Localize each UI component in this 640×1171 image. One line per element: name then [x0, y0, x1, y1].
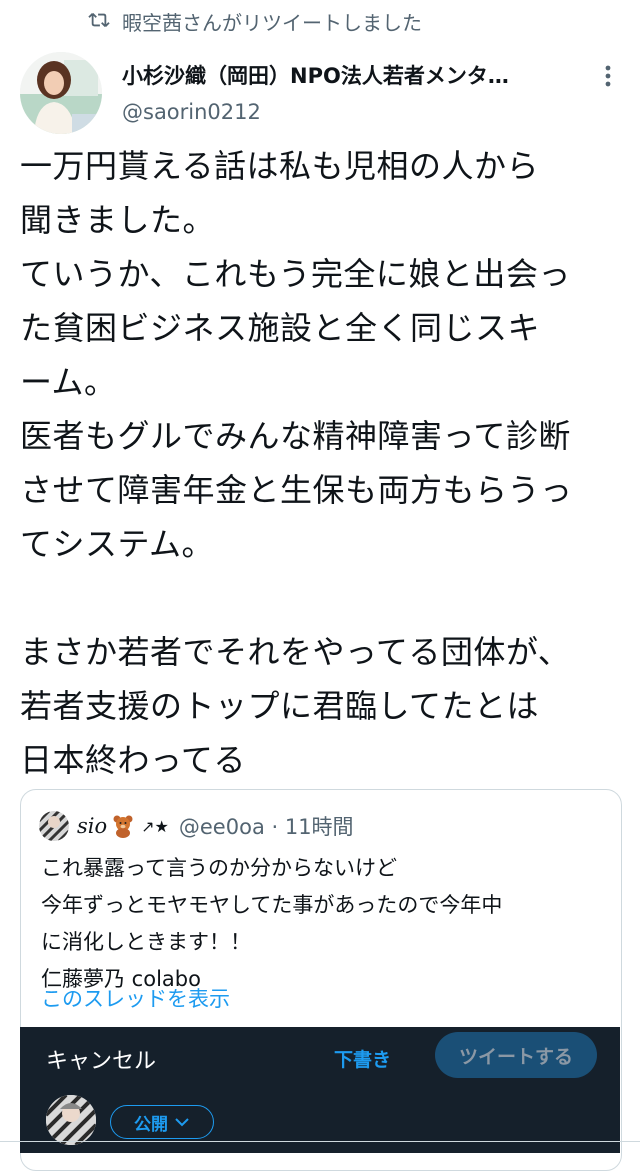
tweet-button[interactable]: ツイートする [435, 1032, 597, 1078]
author-avatar[interactable] [20, 52, 102, 134]
reply-composer: キャンセル 下書き ツイートする 公開 [20, 1027, 620, 1153]
audience-selector[interactable]: 公開 [110, 1105, 214, 1139]
show-thread-link[interactable]: このスレッドを表示 [41, 983, 230, 1013]
divider [0, 1141, 640, 1142]
quoted-author-avatar [39, 811, 69, 841]
author-avatar-image [20, 52, 102, 134]
more-options-icon[interactable] [598, 62, 618, 90]
tweet-text: 一万円貰える話は私も児相の人から 聞きました。 ていうか、これもう完全に娘と出会… [20, 147, 573, 779]
teddy-bear-icon [113, 815, 133, 838]
drafts-button[interactable]: 下書き [334, 1045, 391, 1072]
retweet-context: 暇空茜さんがリツイートしました [0, 0, 640, 44]
sparkle-emoji: ↗★ [141, 816, 169, 836]
composer-avatar [46, 1095, 96, 1145]
quoted-author-name: sio [77, 814, 108, 838]
quoted-tweet-text: これ暴露って言うのか分からないけど 今年ずっとモヤモヤしてた事があったので今年中… [41, 856, 503, 991]
audience-label: 公開 [134, 1114, 168, 1135]
retweet-icon [88, 12, 110, 28]
quoted-tweet-header: sio ↗★ @ee0oa · 11時間 [39, 810, 354, 842]
author-name[interactable]: 小杉沙織（岡田）NPO法人若者メンタ… [122, 60, 577, 90]
author-handle[interactable]: @saorin0212 [122, 100, 261, 124]
retweet-context-text: 暇空茜さんがリツイートしました [122, 11, 422, 35]
quoted-handle-time: @ee0oa · 11時間 [178, 815, 354, 839]
cancel-button[interactable]: キャンセル [46, 1043, 156, 1075]
chevron-down-icon [175, 1118, 189, 1127]
